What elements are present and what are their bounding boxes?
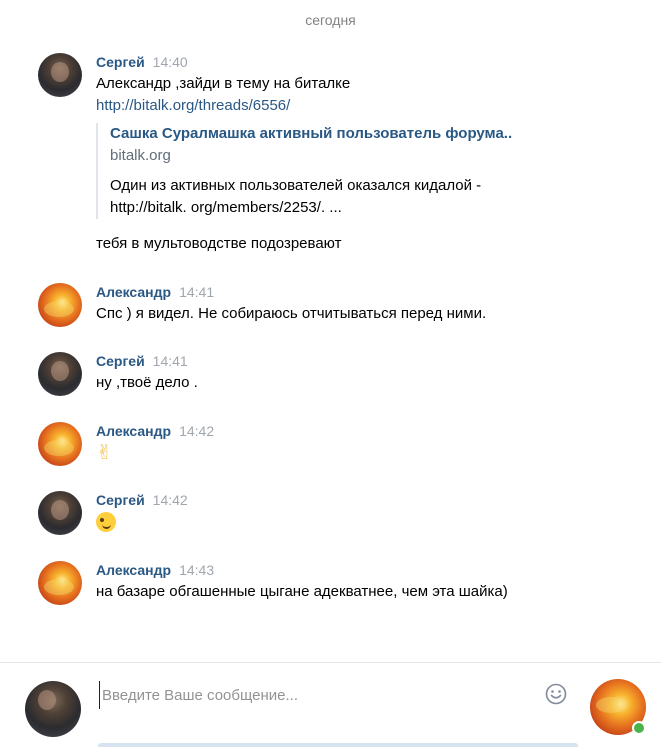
message-text: тебя в мультоводстве подозревают [96, 235, 342, 252]
author-name[interactable]: Сергей [96, 54, 145, 70]
author-name[interactable]: Александр [96, 562, 171, 578]
online-status-icon [632, 721, 646, 735]
wink-emoji-icon [96, 512, 116, 532]
preview-description: Один из активных пользователей оказался … [110, 175, 550, 219]
message-time: 14:43 [179, 562, 215, 578]
message-link[interactable]: http://bitalk.org/threads/6556/ [96, 95, 636, 117]
preview-site: bitalk.org [110, 147, 171, 164]
preview-desc-line: Один из активных пользователей оказался … [110, 177, 482, 194]
preview-title[interactable]: Сашка Суралмашка активный пользователь ф… [110, 123, 550, 145]
message-time: 14:40 [152, 54, 188, 70]
author-name[interactable]: Сергей [96, 353, 145, 369]
avatar[interactable] [38, 422, 82, 466]
send-button[interactable] [98, 743, 578, 747]
avatar[interactable] [38, 561, 82, 605]
message-time: 14:42 [152, 492, 188, 508]
author-name[interactable]: Сергей [96, 492, 145, 508]
avatar[interactable] [38, 283, 82, 327]
avatar[interactable] [38, 352, 82, 396]
message-composer [0, 662, 661, 748]
preview-desc-line: http://bitalk. org/members/2253/. ... [110, 199, 342, 216]
message-time: 14:41 [179, 284, 215, 300]
smile-icon[interactable] [545, 683, 567, 705]
message-text: на базаре обгашенные цыгане адекватнее, … [96, 583, 508, 600]
link-preview[interactable]: Сашка Суралмашка активный пользователь ф… [96, 123, 550, 219]
avatar[interactable] [38, 491, 82, 535]
message-time: 14:41 [152, 353, 188, 369]
avatar[interactable] [38, 53, 82, 97]
message-time: 14:42 [179, 423, 215, 439]
victory-hand-emoji: ✌ [96, 442, 113, 464]
my-avatar[interactable] [25, 681, 81, 737]
message-input[interactable] [99, 681, 574, 709]
author-name[interactable]: Александр [96, 423, 171, 439]
message-text: ну ,твоё дело . [96, 374, 198, 391]
author-name[interactable]: Александр [96, 284, 171, 300]
date-separator: сегодня [305, 12, 356, 28]
message-text: Спс ) я видел. Не собираюсь отчитываться… [96, 305, 487, 322]
message-text: Александр ,зайди в тему на биталке [96, 75, 351, 92]
